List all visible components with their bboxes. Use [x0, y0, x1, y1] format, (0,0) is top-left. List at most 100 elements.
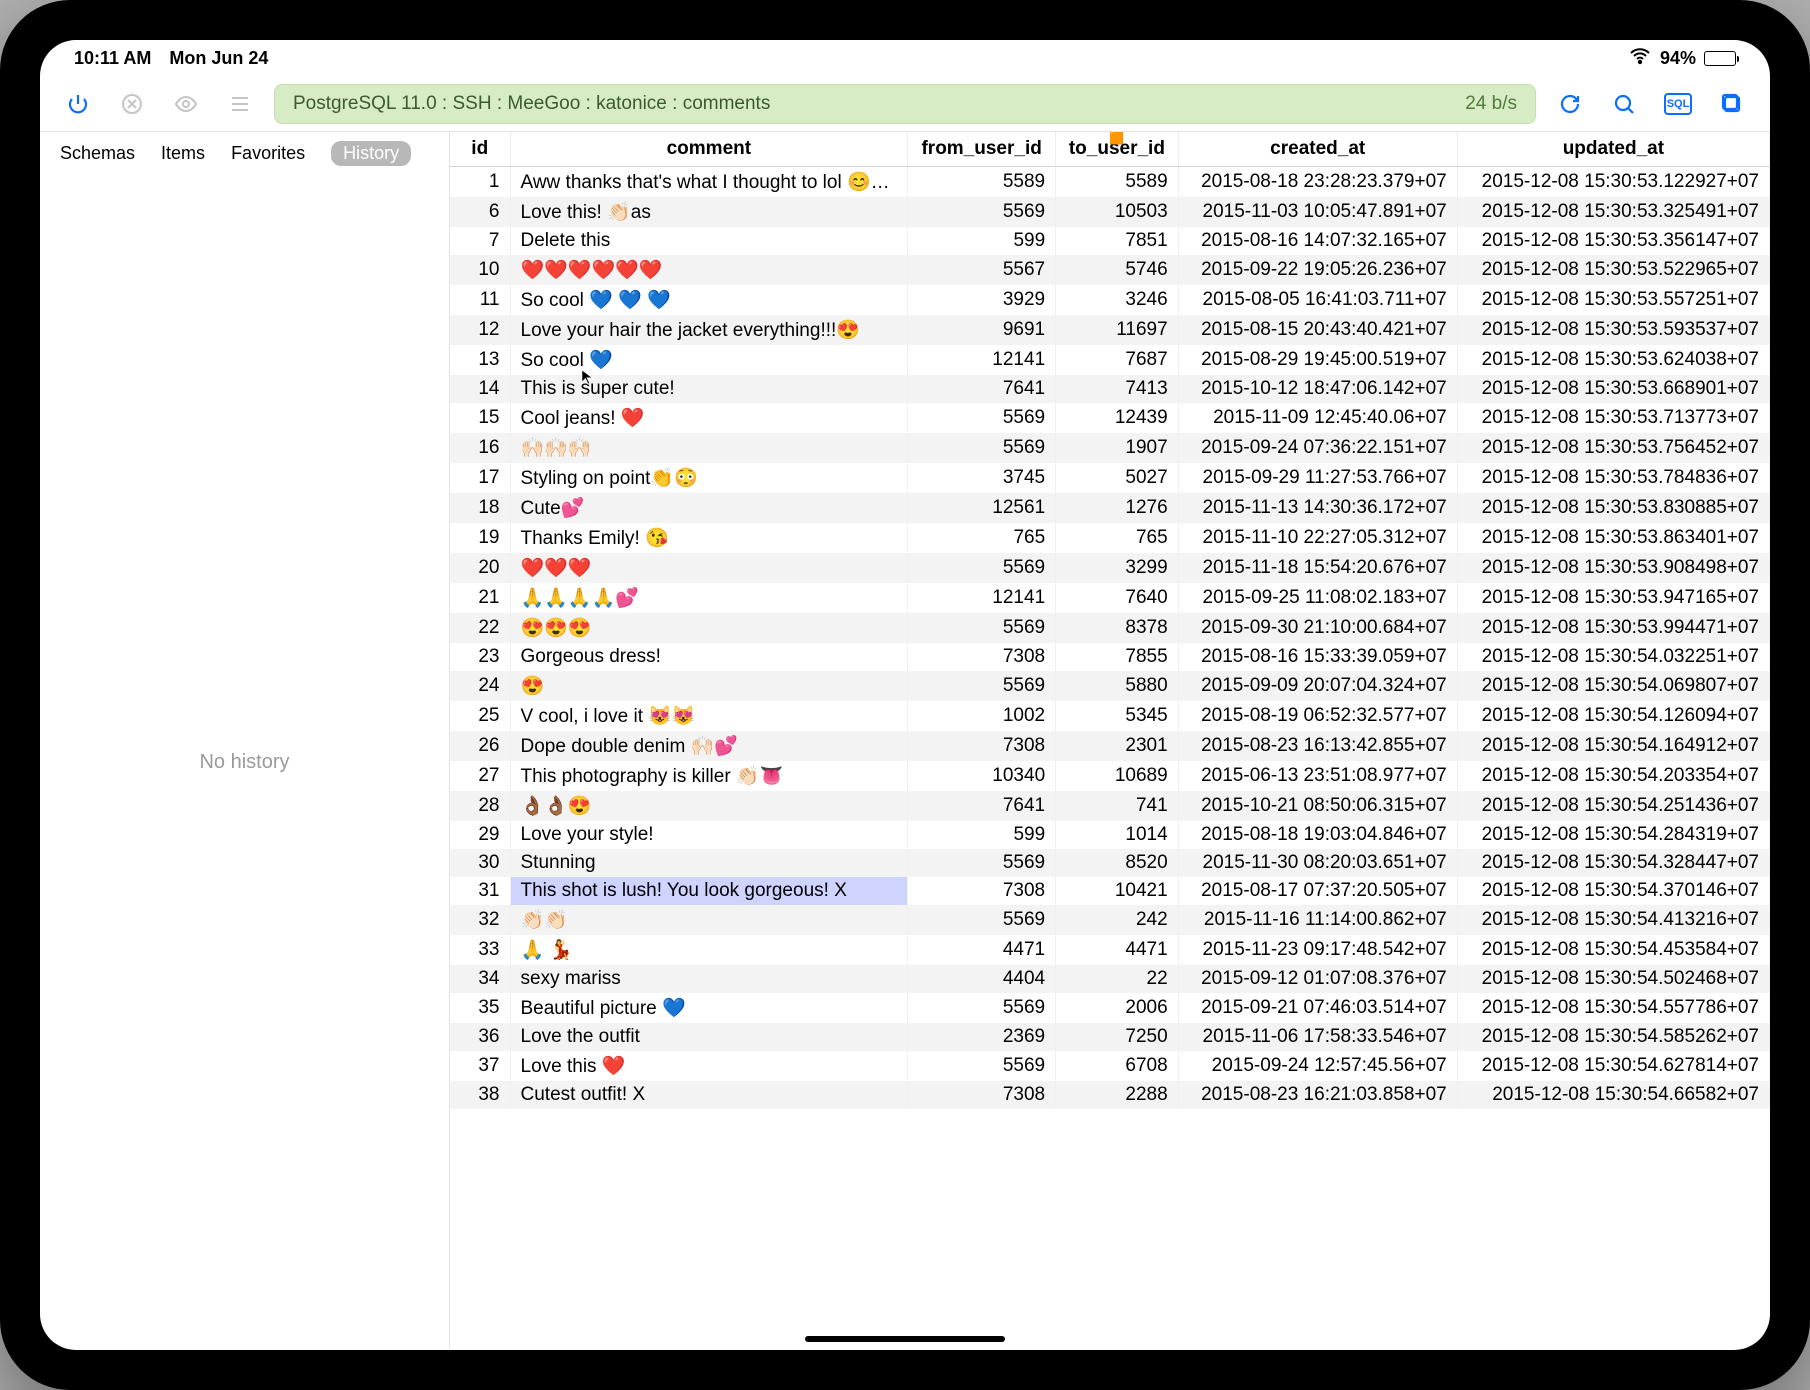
cell-comment[interactable]: 🙏🙏🙏🙏💕	[510, 583, 908, 613]
cell-created_at[interactable]: 2015-08-29 19:45:00.519+07	[1178, 345, 1457, 375]
cell-from_user_id[interactable]: 5569	[908, 403, 1056, 433]
cell-comment[interactable]: This is super cute!	[510, 375, 908, 403]
cell-to_user_id[interactable]: 11697	[1056, 315, 1179, 345]
cell-created_at[interactable]: 2015-11-10 22:27:05.312+07	[1178, 523, 1457, 553]
cell-id[interactable]: 19	[450, 523, 510, 553]
table-row[interactable]: 22😍😍😍556983782015-09-30 21:10:00.684+072…	[450, 613, 1770, 643]
cell-created_at[interactable]: 2015-08-23 16:21:03.858+07	[1178, 1081, 1457, 1109]
table-row[interactable]: 37Love this ❤️556967082015-09-24 12:57:4…	[450, 1051, 1770, 1081]
cell-from_user_id[interactable]: 5569	[908, 1051, 1056, 1081]
cell-to_user_id[interactable]: 10421	[1056, 877, 1179, 905]
cell-to_user_id[interactable]: 5589	[1056, 167, 1179, 198]
cell-to_user_id[interactable]: 4471	[1056, 935, 1179, 965]
cell-to_user_id[interactable]: 7855	[1056, 643, 1179, 671]
cell-comment[interactable]: Love this ❤️	[510, 1051, 908, 1081]
cell-from_user_id[interactable]: 1002	[908, 701, 1056, 731]
cell-comment[interactable]: Cute💕	[510, 493, 908, 523]
cell-comment[interactable]: Styling on point👏😳	[510, 463, 908, 493]
cell-from_user_id[interactable]: 7308	[908, 731, 1056, 761]
cell-created_at[interactable]: 2015-08-23 16:13:42.855+07	[1178, 731, 1457, 761]
cell-to_user_id[interactable]: 7640	[1056, 583, 1179, 613]
table-row[interactable]: 29Love your style!59910142015-08-18 19:0…	[450, 821, 1770, 849]
cell-comment[interactable]: 👏🏻👏🏻	[510, 905, 908, 935]
cell-updated_at[interactable]: 2015-12-08 15:30:54.66582+07	[1457, 1081, 1769, 1109]
cell-to_user_id[interactable]: 7250	[1056, 1023, 1179, 1051]
cell-from_user_id[interactable]: 5569	[908, 613, 1056, 643]
table-row[interactable]: 25V cool, i love it 😻😻100253452015-08-19…	[450, 701, 1770, 731]
cell-id[interactable]: 1	[450, 167, 510, 198]
table-row[interactable]: 34sexy mariss4404222015-09-12 01:07:08.3…	[450, 965, 1770, 993]
table-row[interactable]: 38Cutest outfit! X730822882015-08-23 16:…	[450, 1081, 1770, 1109]
cell-comment[interactable]: Cool jeans! ❤️	[510, 403, 908, 433]
cell-updated_at[interactable]: 2015-12-08 15:30:54.032251+07	[1457, 643, 1769, 671]
cell-id[interactable]: 37	[450, 1051, 510, 1081]
cell-comment[interactable]: V cool, i love it 😻😻	[510, 701, 908, 731]
column-header-from_user_id[interactable]: from_user_id	[908, 132, 1056, 167]
cell-created_at[interactable]: 2015-08-05 16:41:03.711+07	[1178, 285, 1457, 315]
table-row[interactable]: 31This shot is lush! You look gorgeous! …	[450, 877, 1770, 905]
cell-to_user_id[interactable]: 1907	[1056, 433, 1179, 463]
cell-created_at[interactable]: 2015-09-12 01:07:08.376+07	[1178, 965, 1457, 993]
sidebar-tab-favorites[interactable]: Favorites	[231, 143, 305, 164]
cell-updated_at[interactable]: 2015-12-08 15:30:54.284319+07	[1457, 821, 1769, 849]
cell-comment[interactable]: Gorgeous dress!	[510, 643, 908, 671]
cell-created_at[interactable]: 2015-08-18 19:03:04.846+07	[1178, 821, 1457, 849]
table-row[interactable]: 19Thanks Emily! 😘7657652015-11-10 22:27:…	[450, 523, 1770, 553]
cell-from_user_id[interactable]: 7308	[908, 643, 1056, 671]
cell-to_user_id[interactable]: 242	[1056, 905, 1179, 935]
table-row[interactable]: 26Dope double denim 🙌🏻💕730823012015-08-2…	[450, 731, 1770, 761]
cell-updated_at[interactable]: 2015-12-08 15:30:53.830885+07	[1457, 493, 1769, 523]
cell-comment[interactable]: This photography is killer 👏🏻👅	[510, 761, 908, 791]
cell-updated_at[interactable]: 2015-12-08 15:30:54.164912+07	[1457, 731, 1769, 761]
cell-id[interactable]: 38	[450, 1081, 510, 1109]
cell-id[interactable]: 32	[450, 905, 510, 935]
cell-id[interactable]: 35	[450, 993, 510, 1023]
column-header-updated_at[interactable]: updated_at	[1457, 132, 1769, 167]
cell-id[interactable]: 6	[450, 197, 510, 227]
cell-to_user_id[interactable]: 2288	[1056, 1081, 1179, 1109]
cell-id[interactable]: 10	[450, 255, 510, 285]
cell-comment[interactable]: So cool 💙	[510, 345, 908, 375]
cell-from_user_id[interactable]: 2369	[908, 1023, 1056, 1051]
cell-updated_at[interactable]: 2015-12-08 15:30:53.325491+07	[1457, 197, 1769, 227]
cell-created_at[interactable]: 2015-09-24 07:36:22.151+07	[1178, 433, 1457, 463]
cell-updated_at[interactable]: 2015-12-08 15:30:53.784836+07	[1457, 463, 1769, 493]
cell-to_user_id[interactable]: 765	[1056, 523, 1179, 553]
cell-to_user_id[interactable]: 5345	[1056, 701, 1179, 731]
cell-updated_at[interactable]: 2015-12-08 15:30:53.947165+07	[1457, 583, 1769, 613]
cell-id[interactable]: 20	[450, 553, 510, 583]
sidebar-tab-items[interactable]: Items	[161, 143, 205, 164]
cell-created_at[interactable]: 2015-11-23 09:17:48.542+07	[1178, 935, 1457, 965]
cell-comment[interactable]: So cool 💙 💙 💙	[510, 285, 908, 315]
cell-id[interactable]: 34	[450, 965, 510, 993]
table-row[interactable]: 7Delete this59978512015-08-16 14:07:32.1…	[450, 227, 1770, 255]
sidebar-tab-schemas[interactable]: Schemas	[60, 143, 135, 164]
cell-from_user_id[interactable]: 5589	[908, 167, 1056, 198]
cell-updated_at[interactable]: 2015-12-08 15:30:53.522965+07	[1457, 255, 1769, 285]
cell-from_user_id[interactable]: 7308	[908, 1081, 1056, 1109]
cell-created_at[interactable]: 2015-08-17 07:37:20.505+07	[1178, 877, 1457, 905]
cell-created_at[interactable]: 2015-11-06 17:58:33.546+07	[1178, 1023, 1457, 1051]
cell-updated_at[interactable]: 2015-12-08 15:30:53.756452+07	[1457, 433, 1769, 463]
cell-to_user_id[interactable]: 7851	[1056, 227, 1179, 255]
cell-from_user_id[interactable]: 5569	[908, 433, 1056, 463]
cell-updated_at[interactable]: 2015-12-08 15:30:53.557251+07	[1457, 285, 1769, 315]
table-row[interactable]: 13So cool 💙1214176872015-08-29 19:45:00.…	[450, 345, 1770, 375]
cell-comment[interactable]: Delete this	[510, 227, 908, 255]
cell-created_at[interactable]: 2015-10-12 18:47:06.142+07	[1178, 375, 1457, 403]
cell-created_at[interactable]: 2015-06-13 23:51:08.977+07	[1178, 761, 1457, 791]
cell-updated_at[interactable]: 2015-12-08 15:30:53.863401+07	[1457, 523, 1769, 553]
cell-to_user_id[interactable]: 3299	[1056, 553, 1179, 583]
cell-updated_at[interactable]: 2015-12-08 15:30:54.453584+07	[1457, 935, 1769, 965]
cell-id[interactable]: 33	[450, 935, 510, 965]
cell-from_user_id[interactable]: 5569	[908, 905, 1056, 935]
refresh-icon[interactable]	[1550, 84, 1590, 124]
cell-from_user_id[interactable]: 4471	[908, 935, 1056, 965]
table-row[interactable]: 30Stunning556985202015-11-30 08:20:03.65…	[450, 849, 1770, 877]
cell-id[interactable]: 31	[450, 877, 510, 905]
cell-comment[interactable]: sexy mariss	[510, 965, 908, 993]
cell-id[interactable]: 30	[450, 849, 510, 877]
cell-created_at[interactable]: 2015-11-03 10:05:47.891+07	[1178, 197, 1457, 227]
cell-to_user_id[interactable]: 22	[1056, 965, 1179, 993]
cell-from_user_id[interactable]: 5569	[908, 671, 1056, 701]
